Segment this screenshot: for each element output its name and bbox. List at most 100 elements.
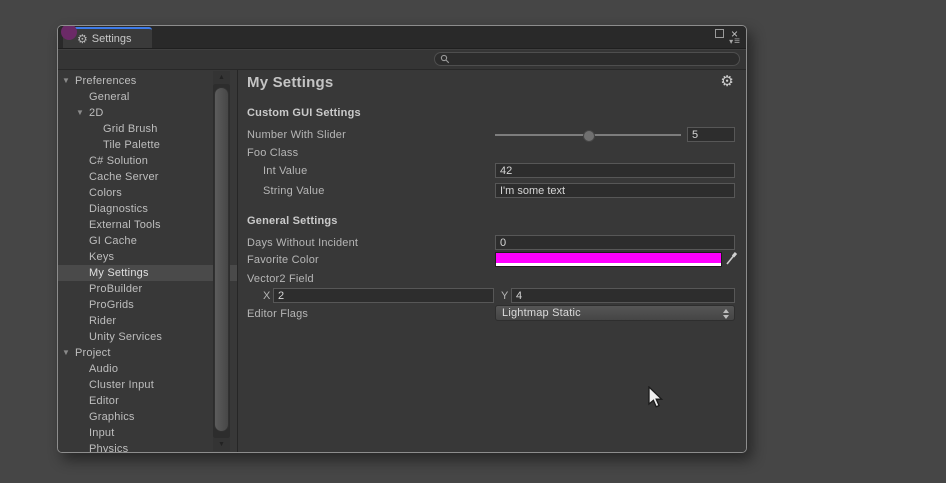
scroll-up-icon[interactable]: ▲ [213, 71, 230, 84]
tree-item-label: General [89, 91, 130, 103]
tree-item-2d[interactable]: ▼ 2D [58, 105, 238, 121]
tree-item-general[interactable]: General [58, 89, 238, 105]
slider-thumb[interactable] [583, 130, 595, 142]
eyedropper-icon[interactable] [725, 251, 738, 269]
search-input[interactable] [450, 53, 739, 65]
tree-item-probuilder[interactable]: ProBuilder [58, 281, 238, 297]
tree-item-unity-services[interactable]: Unity Services [58, 329, 238, 345]
tree-item-grid-brush[interactable]: Grid Brush [58, 121, 238, 137]
tree-item-input[interactable]: Input [58, 425, 238, 441]
vector2-y-input[interactable] [511, 288, 735, 303]
scrollbar-thumb[interactable] [214, 87, 229, 432]
tree-item-label: Unity Services [89, 331, 162, 343]
tree-item-my-settings[interactable]: My Settings [58, 265, 238, 281]
tree-item-editor[interactable]: Editor [58, 393, 238, 409]
string-value-input[interactable] [495, 183, 735, 198]
tree-item-label: 2D [89, 107, 103, 119]
tree-item-gi-cache[interactable]: GI Cache [58, 233, 238, 249]
pane-menu-caret-icon: ▾ [729, 37, 733, 47]
vector2-x-label: X [263, 288, 271, 304]
tree-item-progrids[interactable]: ProGrids [58, 297, 238, 313]
pane-menu-lines-icon: ≡ [734, 37, 740, 47]
tree-item-label: Editor [89, 395, 119, 407]
tree-item-audio[interactable]: Audio [58, 361, 238, 377]
vector2-field-label: Vector2 Field [247, 271, 314, 287]
sidebar-scrollbar[interactable]: ▲ ▼ [213, 71, 230, 451]
days-without-incident-label: Days Without Incident [247, 235, 358, 251]
tree-item-physics[interactable]: Physics [58, 441, 238, 453]
tree-item-label: Project [75, 347, 111, 359]
tree-item-label: Tile Palette [103, 139, 160, 151]
settings-gear-icon: ⚙ [77, 34, 88, 44]
tree-item-label: Grid Brush [103, 123, 158, 135]
tree-item-label: Audio [89, 363, 118, 375]
tree-item-tile-palette[interactable]: Tile Palette [58, 137, 238, 153]
pane-menu-icon[interactable]: ▾ ≡ [729, 37, 740, 47]
vector2-y-label: Y [501, 288, 509, 304]
preferences-tree: ▼ Preferences General ▼ 2D Grid Brush Ti… [58, 70, 238, 453]
section-general-settings: General Settings [247, 215, 338, 227]
tree-item-cluster-input[interactable]: Cluster Input [58, 377, 238, 393]
tree-item-project[interactable]: ▼ Project [58, 345, 230, 361]
expander-triangle-icon[interactable]: ▼ [62, 345, 70, 361]
tree-item-keys[interactable]: Keys [58, 249, 238, 265]
tree-item-diagnostics[interactable]: Diagnostics [58, 201, 238, 217]
gear-icon[interactable]: ⚙ [720, 72, 734, 90]
tree-item-label: Diagnostics [89, 203, 148, 215]
dropdown-selected-value: Lightmap Static [502, 307, 581, 319]
tab-title: Settings [92, 33, 132, 45]
tree-item-label: My Settings [89, 267, 149, 279]
tab-bar: ⚙ Settings × ▾ ≡ [58, 26, 746, 49]
tree-item-label: ProGrids [89, 299, 134, 311]
tree-item-label: Physics [89, 443, 128, 453]
tree-item-label: Cache Server [89, 171, 159, 183]
editor-flags-label: Editor Flags [247, 306, 308, 322]
tree-item-label: Colors [89, 187, 122, 199]
scrollbar-track[interactable] [213, 84, 230, 438]
tree-item-colors[interactable]: Colors [58, 185, 238, 201]
mouse-cursor [648, 386, 665, 415]
desktop-background: ⚙ Settings × ▾ ≡ [0, 0, 946, 483]
tree-item-label: Keys [89, 251, 114, 263]
scroll-down-icon[interactable]: ▼ [213, 438, 230, 451]
int-value-input[interactable] [495, 163, 735, 178]
dropdown-arrows-icon [723, 309, 729, 319]
tree-item-label: C# Solution [89, 155, 148, 167]
favorite-color-label: Favorite Color [247, 252, 319, 268]
tree-item-label: Preferences [75, 75, 137, 87]
tree-item-graphics[interactable]: Graphics [58, 409, 238, 425]
tree-item-label: External Tools [89, 219, 161, 231]
tree-item-label: Cluster Input [89, 379, 154, 391]
tree-item-rider[interactable]: Rider [58, 313, 238, 329]
toolbar [58, 49, 746, 70]
page-title: My Settings [247, 74, 333, 91]
tree-item-external-tools[interactable]: External Tools [58, 217, 238, 233]
foo-class-label: Foo Class [247, 145, 298, 161]
tree-item-csharp-solution[interactable]: C# Solution [58, 153, 238, 169]
settings-panel: My Settings ⚙ Custom GUI Settings Number… [238, 70, 746, 453]
favorite-color-swatch[interactable] [495, 252, 722, 267]
section-custom-gui-settings: Custom GUI Settings [247, 107, 361, 119]
tree-item-label: Rider [89, 315, 116, 327]
settings-window: ⚙ Settings × ▾ ≡ [57, 25, 747, 453]
maximize-icon[interactable] [715, 29, 724, 38]
expander-triangle-icon[interactable]: ▼ [62, 73, 70, 89]
editor-flags-dropdown[interactable]: Lightmap Static [495, 305, 735, 321]
search-icon [440, 54, 450, 64]
expander-triangle-icon[interactable]: ▼ [76, 105, 84, 121]
vector2-x-input[interactable] [273, 288, 494, 303]
search-field[interactable] [434, 52, 740, 66]
tree-item-label: Graphics [89, 411, 135, 423]
color-value [496, 253, 721, 263]
number-with-slider-label: Number With Slider [247, 127, 346, 143]
days-without-incident-input[interactable] [495, 235, 735, 250]
tree-item-label: GI Cache [89, 235, 137, 247]
number-slider[interactable] [495, 134, 681, 136]
tree-item-label: Input [89, 427, 114, 439]
tree-item-cache-server[interactable]: Cache Server [58, 169, 238, 185]
tree-item-label: ProBuilder [89, 283, 142, 295]
string-value-label: String Value [263, 183, 325, 199]
int-value-label: Int Value [263, 163, 307, 179]
tree-item-preferences[interactable]: ▼ Preferences [58, 73, 230, 89]
number-with-slider-input[interactable] [687, 127, 735, 142]
